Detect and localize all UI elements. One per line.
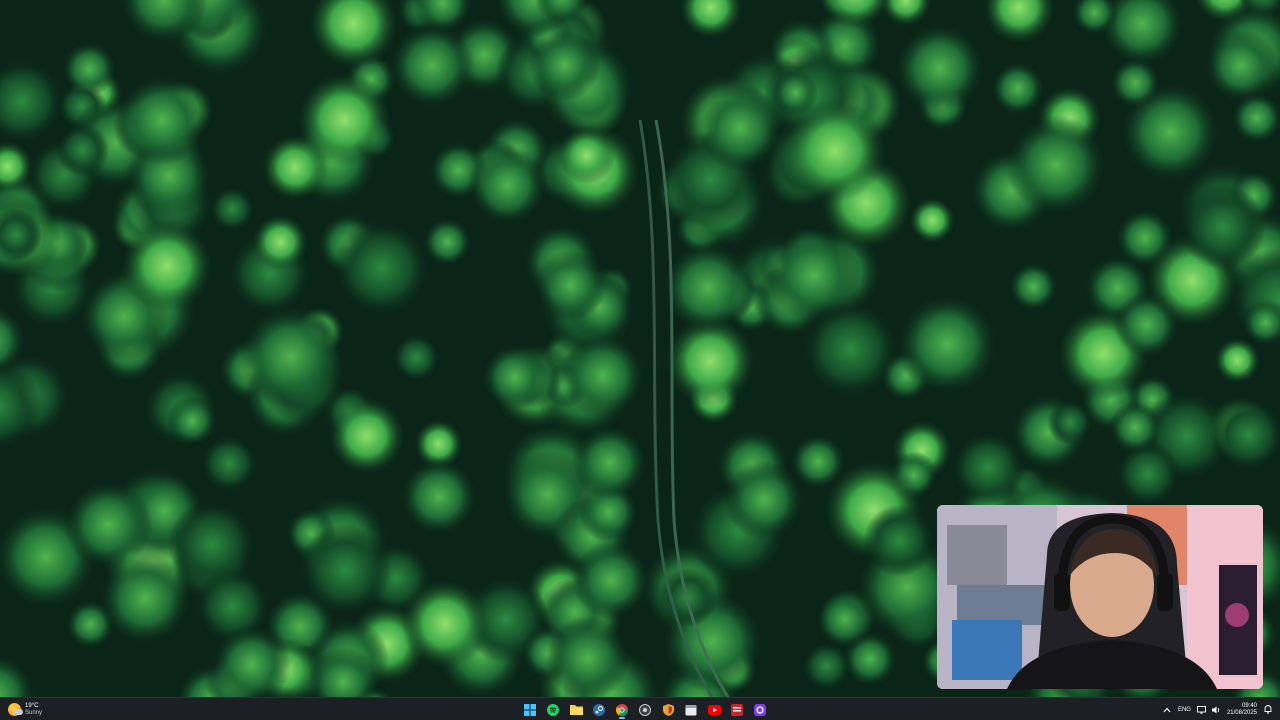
tree-crown bbox=[209, 186, 256, 232]
file-explorer-button[interactable] bbox=[567, 701, 585, 719]
circle-app-button[interactable] bbox=[636, 701, 654, 719]
steam-icon bbox=[593, 703, 605, 716]
tree-crown bbox=[391, 333, 441, 382]
tree-crown bbox=[55, 123, 110, 177]
volume-icon[interactable] bbox=[1211, 705, 1221, 714]
tree-crown bbox=[389, 22, 475, 108]
tree-crown bbox=[166, 395, 218, 446]
tree-crown bbox=[896, 293, 998, 395]
sun-cloud-icon bbox=[8, 703, 23, 716]
tree-crown bbox=[1179, 184, 1266, 271]
steam-button[interactable] bbox=[590, 701, 608, 719]
speaker-shape bbox=[1211, 706, 1220, 713]
spotify-button[interactable] bbox=[544, 701, 562, 719]
weather-condition: Sunny bbox=[25, 709, 43, 716]
tree-crown bbox=[724, 460, 804, 540]
tree-crown bbox=[661, 241, 754, 334]
tree-crown bbox=[842, 631, 898, 687]
tree-crown bbox=[696, 84, 784, 172]
webcam-person-image bbox=[937, 505, 1263, 689]
system-tray: ENG 09:40 21/08/2025 bbox=[1163, 700, 1272, 719]
tree-crown bbox=[894, 22, 985, 114]
chevron-up-icon[interactable] bbox=[1163, 705, 1172, 714]
webcam-overlay bbox=[937, 505, 1263, 689]
tree-crown bbox=[545, 616, 630, 697]
tree-crown bbox=[64, 480, 153, 569]
tree-crown bbox=[1109, 401, 1162, 454]
tree-crown bbox=[298, 523, 392, 617]
weather-temperature: 19°C bbox=[25, 702, 39, 709]
spotify-icon bbox=[547, 703, 559, 716]
tree-crown bbox=[560, 333, 646, 418]
tree-crown bbox=[1113, 292, 1180, 358]
language-indicator[interactable]: ENG bbox=[1178, 707, 1191, 713]
tree-crown bbox=[481, 344, 548, 411]
tree-crown bbox=[1109, 57, 1161, 109]
clock-time: 09:40 bbox=[1241, 702, 1257, 709]
tree-crown bbox=[467, 145, 548, 225]
youtube-icon bbox=[707, 704, 721, 715]
tree-crown bbox=[801, 641, 852, 691]
taskbar: 19°C Sunny ENG 09:40 21/08/2025 bbox=[0, 697, 1280, 720]
tree-crown bbox=[1005, 115, 1107, 216]
windows-icon bbox=[524, 703, 536, 716]
tree-crown bbox=[557, 126, 616, 185]
tree-crown bbox=[252, 214, 309, 270]
clock[interactable]: 09:40 21/08/2025 bbox=[1227, 703, 1257, 717]
taskbar-apps bbox=[521, 700, 769, 719]
tree-crown bbox=[297, 72, 392, 168]
tree-crown bbox=[1047, 399, 1093, 446]
chrome-icon bbox=[616, 703, 628, 716]
bell-shape bbox=[1264, 705, 1271, 714]
red-app-button[interactable] bbox=[728, 701, 746, 719]
youtube-button[interactable] bbox=[705, 701, 723, 719]
folder-icon bbox=[569, 705, 583, 715]
start-button[interactable] bbox=[521, 701, 539, 719]
tree-crown bbox=[1204, 29, 1278, 102]
chevron-up-shape bbox=[1164, 707, 1171, 712]
purple-app-icon bbox=[754, 703, 766, 716]
tree-crown bbox=[1008, 262, 1058, 312]
tree-crown bbox=[572, 424, 648, 500]
weather-widget[interactable]: 19°C Sunny bbox=[8, 700, 42, 719]
calendar-app-button[interactable] bbox=[682, 701, 700, 719]
notification-bell-icon[interactable] bbox=[1263, 705, 1272, 714]
calendar-icon bbox=[685, 704, 697, 715]
tree-crown bbox=[572, 541, 651, 620]
purple-app-button[interactable] bbox=[751, 701, 769, 719]
clock-date: 21/08/2025 bbox=[1226, 709, 1257, 716]
tree-crown bbox=[61, 41, 117, 97]
tree-crown bbox=[990, 61, 1045, 116]
circle-app-icon bbox=[639, 703, 651, 716]
tree-crown bbox=[951, 430, 1026, 505]
weather-text: 19°C Sunny bbox=[25, 703, 42, 717]
shield-icon bbox=[662, 703, 674, 716]
network-icon[interactable] bbox=[1197, 705, 1206, 714]
tree-crown bbox=[863, 504, 936, 577]
monitor-network-shape bbox=[1197, 705, 1206, 714]
tree-crown bbox=[400, 579, 490, 669]
chrome-button[interactable] bbox=[613, 701, 631, 719]
shield-app-button[interactable] bbox=[659, 701, 677, 719]
red-app-icon bbox=[731, 703, 743, 716]
tree-crown bbox=[121, 220, 213, 312]
tree-crown bbox=[200, 434, 259, 493]
tree-crown bbox=[116, 74, 208, 166]
tree-crown bbox=[1214, 337, 1261, 384]
tree-crown bbox=[528, 29, 601, 101]
tree-crown bbox=[332, 218, 432, 318]
tree-crown bbox=[238, 305, 343, 409]
tree-crown bbox=[328, 397, 406, 475]
tree-crown bbox=[909, 197, 956, 244]
tree-crown bbox=[400, 457, 478, 536]
tree-crown bbox=[783, 99, 887, 203]
tree-crown bbox=[534, 249, 607, 322]
